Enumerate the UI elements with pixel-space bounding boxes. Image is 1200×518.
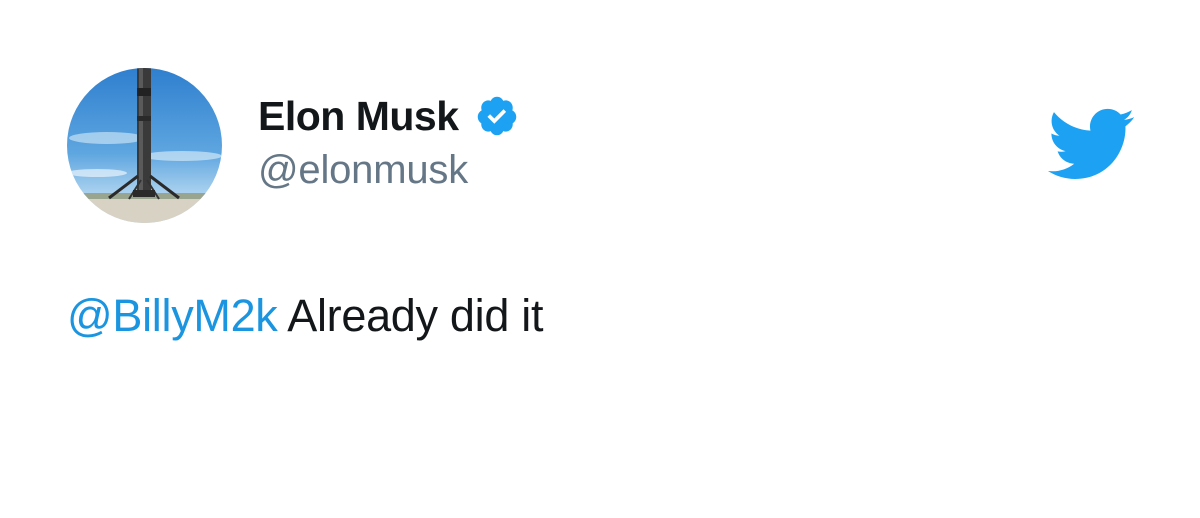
user-info: Elon Musk @elonmusk bbox=[258, 88, 519, 193]
user-handle[interactable]: @elonmusk bbox=[258, 148, 519, 193]
avatar-image bbox=[67, 68, 222, 223]
name-row: Elon Musk bbox=[258, 88, 519, 144]
verified-badge-icon bbox=[475, 94, 519, 138]
display-name[interactable]: Elon Musk bbox=[258, 93, 459, 140]
twitter-bird-icon[interactable] bbox=[1044, 106, 1136, 182]
avatar[interactable] bbox=[67, 68, 222, 223]
tweet-body: Already did it bbox=[287, 290, 544, 341]
mention-link[interactable]: @BillyM2k bbox=[67, 290, 278, 341]
tweet-card: Elon Musk @elonmusk @BillyM2k Already di… bbox=[0, 0, 1200, 518]
tweet-text: @BillyM2k Already did it bbox=[67, 290, 543, 342]
